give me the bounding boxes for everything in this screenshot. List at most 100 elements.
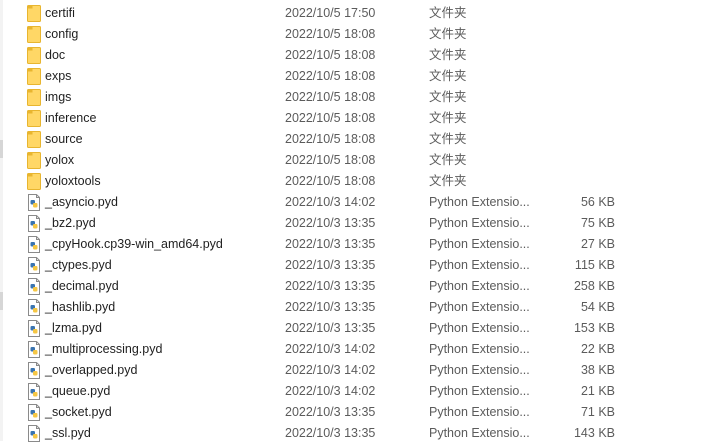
file-name: doc [45, 48, 66, 62]
folder-icon [27, 89, 41, 106]
folder-icon [27, 173, 41, 190]
file-type: Python Extensio... [429, 363, 530, 377]
file-name: inference [45, 111, 97, 125]
python-file-icon [27, 425, 41, 442]
folder-row[interactable]: yoloxtools 2022/10/5 18:08 文件夹 [0, 171, 708, 192]
file-modified-date: 2022/10/5 18:08 [285, 90, 376, 104]
file-row[interactable]: _decimal.pyd 2022/10/3 13:35 Python Extens… [0, 276, 708, 297]
file-modified-date: 2022/10/5 18:08 [285, 111, 376, 125]
file-name: source [45, 132, 83, 146]
file-modified-date: 2022/10/5 18:08 [285, 27, 376, 41]
file-name: yolox [45, 153, 75, 167]
file-modified-date: 2022/10/3 13:35 [285, 237, 376, 251]
python-file-icon [27, 362, 41, 379]
file-modified-date: 2022/10/3 14:02 [285, 384, 376, 398]
file-type: Python Extensio... [429, 216, 530, 230]
file-modified-date: 2022/10/3 13:35 [285, 321, 376, 335]
python-file-icon [27, 341, 41, 358]
file-row[interactable]: _lzma.pyd 2022/10/3 13:35 Python Extensio.… [0, 318, 708, 339]
file-size: 153 KB [573, 321, 615, 335]
file-row[interactable]: _multiprocessing.pyd 2022/10/3 14:02 Pytho… [0, 339, 708, 360]
python-file-icon [27, 383, 41, 400]
file-size: 21 KB [580, 384, 615, 398]
file-name: imgs [45, 90, 72, 104]
file-modified-date: 2022/10/3 14:02 [285, 363, 376, 377]
file-size: 38 KB [580, 363, 615, 377]
file-type: Python Extensio... [429, 279, 530, 293]
file-name: _queue.pyd [45, 384, 111, 398]
file-modified-date: 2022/10/5 18:08 [285, 132, 376, 146]
folder-row[interactable]: exps 2022/10/5 18:08 文件夹 [0, 66, 708, 87]
file-name: _bz2.pyd [45, 216, 96, 230]
folder-row[interactable]: certifi 2022/10/5 17:50 文件夹 [0, 3, 708, 24]
folder-icon [27, 5, 41, 22]
file-name: _overlapped.pyd [45, 363, 138, 377]
file-type: 文件夹 [429, 90, 467, 104]
file-row[interactable]: _overlapped.pyd 2022/10/3 14:02 Python Ext… [0, 360, 708, 381]
file-name: certifi [45, 6, 75, 20]
file-type: Python Extensio... [429, 321, 530, 335]
python-file-icon [27, 320, 41, 337]
file-row[interactable]: _queue.pyd 2022/10/3 14:02 Python Extensio… [0, 381, 708, 402]
file-type: 文件夹 [429, 153, 467, 167]
file-row[interactable]: _asyncio.pyd 2022/10/3 14:02 Python Extens… [0, 192, 708, 213]
file-modified-date: 2022/10/3 13:35 [285, 279, 376, 293]
file-row[interactable]: _cpyHook.cp39-win_amd64.pyd 2022/10/3 13:… [0, 234, 708, 255]
file-modified-date: 2022/10/5 18:08 [285, 69, 376, 83]
file-size: 75 KB [580, 216, 615, 230]
file-name: _socket.pyd [45, 405, 112, 419]
file-size: 22 KB [580, 342, 615, 356]
file-modified-date: 2022/10/5 18:08 [285, 48, 376, 62]
file-modified-date: 2022/10/3 13:35 [285, 300, 376, 314]
file-name: _multiprocessing.pyd [45, 342, 163, 356]
folder-icon [27, 152, 41, 169]
folder-row[interactable]: doc 2022/10/5 18:08 文件夹 [0, 45, 708, 66]
file-size: 56 KB [580, 195, 615, 209]
python-file-icon [27, 404, 41, 421]
file-type: 文件夹 [429, 69, 467, 83]
file-name: config [45, 27, 79, 41]
python-file-icon [27, 215, 41, 232]
python-file-icon [27, 299, 41, 316]
file-modified-date: 2022/10/5 17:50 [285, 6, 376, 20]
file-type: 文件夹 [429, 174, 467, 188]
file-modified-date: 2022/10/3 14:02 [285, 195, 376, 209]
file-size: 115 KB [574, 258, 615, 272]
python-file-icon [27, 278, 41, 295]
file-modified-date: 2022/10/5 18:08 [285, 153, 376, 167]
file-size: 71 KB [580, 405, 615, 419]
file-modified-date: 2022/10/5 18:08 [285, 174, 376, 188]
file-row[interactable]: _socket.pyd 2022/10/3 13:35 Python Extensi… [0, 402, 708, 423]
file-type: 文件夹 [429, 111, 467, 125]
folder-icon [27, 68, 41, 85]
file-row[interactable]: _ctypes.pyd 2022/10/3 13:35 Python Extensi… [0, 255, 708, 276]
file-modified-date: 2022/10/3 13:35 [285, 405, 376, 419]
file-name: _asyncio.pyd [45, 195, 118, 209]
file-name: exps [45, 69, 72, 83]
file-name: _lzma.pyd [45, 321, 102, 335]
file-modified-date: 2022/10/3 14:02 [285, 342, 376, 356]
file-name: _ctypes.pyd [45, 258, 112, 272]
folder-row[interactable]: imgs 2022/10/5 18:08 文件夹 [0, 87, 708, 108]
file-size: 27 KB [580, 237, 615, 251]
file-type: Python Extensio... [429, 237, 530, 251]
file-type: Python Extensio... [429, 342, 530, 356]
file-type: Python Extensio... [429, 405, 530, 419]
folder-icon [27, 110, 41, 127]
folder-row[interactable]: yolox 2022/10/5 18:08 文件夹 [0, 150, 708, 171]
folder-icon [27, 26, 41, 43]
file-row[interactable]: _hashlib.pyd 2022/10/3 13:35 Python Extens… [0, 297, 708, 318]
python-file-icon [27, 194, 41, 211]
file-type: Python Extensio... [429, 195, 530, 209]
folder-row[interactable]: source 2022/10/5 18:08 文件夹 [0, 129, 708, 150]
folder-row[interactable]: config 2022/10/5 18:08 文件夹 [0, 24, 708, 45]
folder-row[interactable]: inference 2022/10/5 18:08 文件夹 [0, 108, 708, 129]
file-size: 258 KB [573, 279, 615, 293]
file-name: _hashlib.pyd [45, 300, 116, 314]
file-row[interactable]: _bz2.pyd 2022/10/3 13:35 Python Extensio..… [0, 213, 708, 234]
file-name: _cpyHook.cp39-win_amd64.pyd [45, 237, 223, 251]
file-name: yoloxtools [45, 174, 101, 188]
file-list: certifi 2022/10/5 17:50 文件夹 config 2022/10/5… [0, 3, 708, 444]
file-name: _decimal.pyd [45, 279, 119, 293]
file-modified-date: 2022/10/3 13:35 [285, 258, 376, 272]
